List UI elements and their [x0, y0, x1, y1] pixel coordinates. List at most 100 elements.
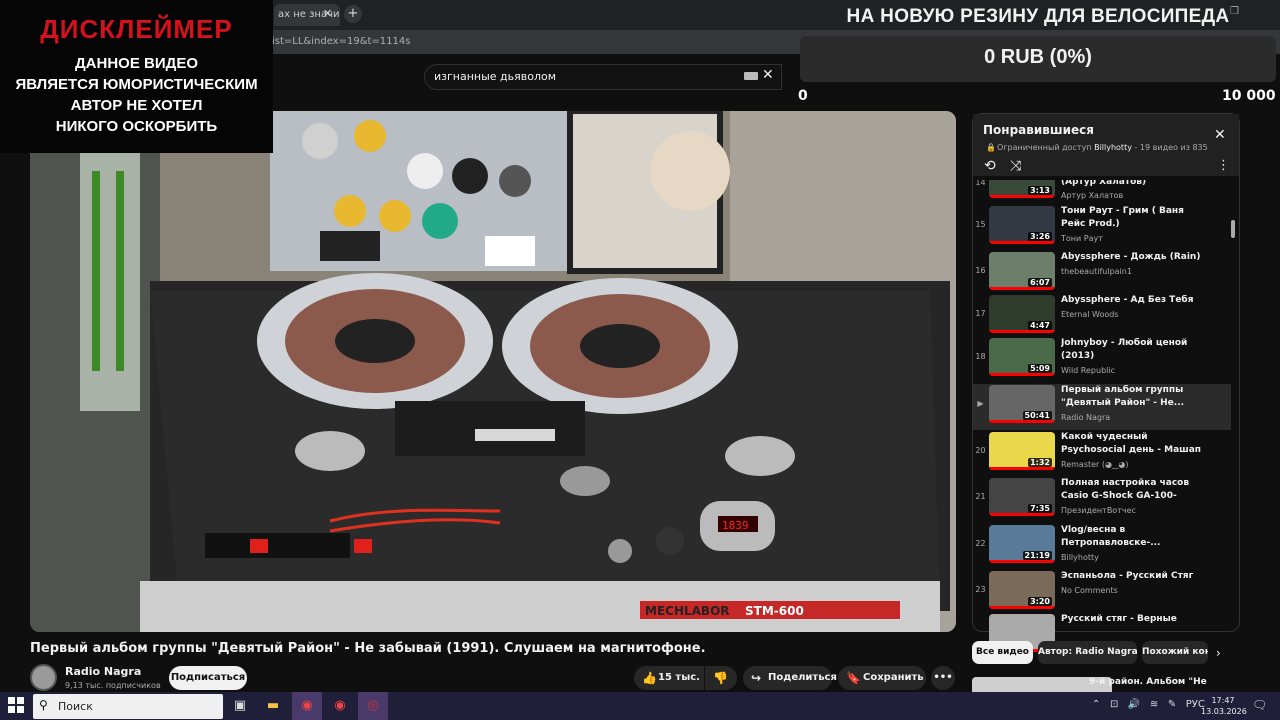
playlist-item[interactable]: 22 21:19 Vlog/весна в Петропавловске-... Bi… — [973, 524, 1231, 570]
pen-icon[interactable]: ✎ — [1168, 699, 1176, 710]
keyboard-icon[interactable] — [744, 72, 758, 80]
playlist-item-thumbnail[interactable]: 7:35 — [989, 478, 1055, 516]
playlist-item[interactable]: 16 6:07 Abyssphere - Дождь (Rain) thebeauti… — [973, 251, 1231, 297]
playlist-item-channel: Wild Republic — [1061, 366, 1115, 375]
channel-avatar[interactable] — [30, 664, 57, 691]
windows-start-icon[interactable] — [8, 697, 24, 713]
chip-related[interactable]: Похожий кон — [1142, 641, 1208, 664]
playlist-item-thumbnail[interactable]: 5:09 — [989, 338, 1055, 376]
notification-icon[interactable]: 🗨 — [1252, 698, 1267, 712]
obs-icon[interactable]: ◎ — [363, 696, 383, 716]
playlist-item-thumbnail[interactable]: 21:19 — [989, 525, 1055, 563]
playlist-item[interactable]: Русский стяг - Верные — [973, 613, 1231, 652]
chrome-icon[interactable]: ◉ — [297, 696, 317, 716]
watched-progress-bar — [989, 467, 1055, 470]
share-icon: ↪ — [751, 671, 762, 685]
playlist-item-thumbnail[interactable]: 1:32 — [989, 432, 1055, 470]
share-button[interactable]: ↪ Поделиться — [743, 666, 837, 690]
playlist-item-title: Эспаньола - Русский Стяг — [1061, 571, 1194, 581]
shuffle-icon[interactable]: ⤨ — [1010, 158, 1021, 174]
playlist-item-thumbnail[interactable]: 4:47 — [989, 295, 1055, 333]
window-restore-icon[interactable]: ❐ — [1230, 6, 1239, 17]
task-view-icon[interactable]: ▣ — [230, 696, 250, 716]
wifi-icon[interactable]: ≋ — [1150, 699, 1158, 710]
playlist-owner[interactable]: Billyhotty — [1094, 143, 1132, 152]
search-value[interactable]: изгнанные дьяволом — [434, 70, 556, 83]
network-icon[interactable]: ⊡ — [1110, 699, 1118, 710]
playlist-item[interactable]: ▶ 50:41 Первый альбом группы "Девятый Райо… — [973, 384, 1231, 430]
playlist-item[interactable]: 18 5:09 Johnyboy - Любой ценой (2013) Wild … — [973, 337, 1231, 383]
playlist-position: - 19 видео из 835 — [1134, 143, 1208, 152]
playlist-item-thumbnail[interactable]: 50:41 — [989, 385, 1055, 423]
subscribe-button[interactable]: Подписаться — [169, 666, 247, 690]
duration-badge: 21:19 — [1022, 551, 1052, 560]
playlist-item[interactable]: 21 7:35 Полная настройка часов Casio G-Sho… — [973, 477, 1231, 523]
kebab-menu-icon[interactable]: ⋮ — [1217, 158, 1230, 173]
watched-progress-bar — [989, 241, 1055, 244]
playlist-item-index: 17 — [975, 309, 986, 318]
playlist-item-title: Abyssphere - Ад Без Тебя — [1061, 295, 1194, 305]
video-frame-image: 1839 MECHLABOR STM-600 — [30, 111, 956, 632]
playlist-item-thumbnail[interactable]: 6:07 — [989, 252, 1055, 290]
duration-badge: 3:20 — [1028, 597, 1052, 606]
tab-close-icon[interactable]: ✕ — [323, 7, 332, 20]
playlist-item-thumbnail[interactable]: 3:20 — [989, 571, 1055, 609]
loop-icon[interactable]: ⟲ — [984, 158, 996, 174]
chevron-right-icon[interactable]: › — [1216, 646, 1221, 660]
playlist-item-title: Полная настройка часов Casio G-Shock GA-… — [1061, 478, 1190, 501]
playlist-item-title: Русский стяг - Верные — [1061, 614, 1177, 624]
chrome-profile-icon[interactable]: ◉ — [330, 696, 350, 716]
save-button[interactable]: 🔖 Сохранить — [838, 666, 926, 690]
url-text[interactable]: ist=LL&index=19&t=1114s — [272, 36, 410, 47]
chevron-up-icon[interactable]: ⌃ — [1092, 699, 1100, 710]
system-tray[interactable]: ⌃ ⊡ 🔊 ≋ ✎ РУС — [1092, 699, 1205, 710]
disclaimer-line: НИКОГО ОСКОРБИТЬ — [55, 118, 218, 135]
playlist-item-channel: Billyhotty — [1061, 553, 1099, 562]
playlist-item[interactable]: 15 3:26 Тони Раут - Грим ( Ваня Рейс Prod.… — [973, 205, 1231, 251]
watched-progress-bar — [989, 420, 1055, 423]
playlist-item-thumbnail[interactable]: 3:26 — [989, 206, 1055, 244]
svg-text:1839: 1839 — [722, 519, 749, 532]
playlist-item[interactable]: 17 4:47 Abyssphere - Ад Без Тебя Eternal Wo… — [973, 294, 1231, 340]
playlist-item-title: Тони Раут - Грим ( Ваня Рейс Prod.) — [1061, 206, 1184, 229]
file-explorer-icon[interactable]: ▬ — [263, 696, 283, 716]
playlist-title[interactable]: Понравившиеся — [983, 123, 1094, 137]
duration-badge: 7:35 — [1028, 504, 1052, 513]
playlist-scrollbar[interactable] — [1231, 220, 1235, 238]
channel-name[interactable]: Radio Nagra — [65, 665, 141, 678]
volume-icon[interactable]: 🔊 — [1128, 699, 1140, 710]
duration-badge: 6:07 — [1028, 278, 1052, 287]
playlist-item[interactable]: 23 3:20 Эспаньола - Русский Стяг No Comment… — [973, 570, 1231, 616]
playlist-item-channel: No Comments — [1061, 586, 1118, 595]
like-button[interactable]: 👍 15 тыс. — [634, 666, 704, 690]
watched-progress-bar — [989, 513, 1055, 516]
close-icon[interactable]: ✕ — [1214, 127, 1226, 143]
playlist-item-channel: Eternal Woods — [1061, 310, 1119, 319]
playlist-item-title: Abyssphere - Дождь (Rain) — [1061, 252, 1201, 262]
clock-date[interactable]: 13.03.2026 — [1201, 707, 1247, 716]
playlist-meta: Ограниченный доступ Billyhotty - 19 виде… — [997, 143, 1208, 152]
playlist-item-channel: thebeautifulpain1 — [1061, 267, 1132, 276]
chip-author[interactable]: Автор: Radio Nagra — [1038, 641, 1137, 664]
donation-start-value: 0 — [798, 88, 808, 104]
more-actions-button[interactable]: ••• — [931, 666, 955, 690]
bookmark-icon: 🔖 — [846, 671, 861, 685]
taskbar-search-placeholder[interactable]: Поиск — [58, 700, 93, 713]
playlist-item-index: 21 — [975, 492, 986, 501]
recommendation-title[interactable]: 9-й район. Альбом "Не — [1089, 677, 1219, 687]
playlist-item-index: 20 — [975, 446, 986, 455]
playlist-item-title: Johnyboy - Любой ценой (2013) — [1061, 338, 1188, 361]
dislike-button[interactable]: 👎 — [705, 666, 737, 690]
chip-all-videos[interactable]: Все видео — [972, 641, 1033, 664]
disclaimer-line: АВТОР НЕ ХОТЕЛ — [70, 97, 203, 114]
playlist-item-index: 16 — [975, 266, 986, 275]
disclaimer-title: ДИСКЛЕЙМЕР — [40, 14, 233, 44]
playlist-item[interactable]: 20 1:32 Какой чудесный Psychosocial день -… — [973, 431, 1231, 477]
clock-time[interactable]: 17:47 — [1203, 696, 1243, 705]
search-icon: ⚲ — [39, 698, 48, 712]
duration-badge: 3:26 — [1028, 232, 1052, 241]
playlist-item-channel: Тони Раут — [1061, 234, 1103, 243]
video-player[interactable]: 1839 MECHLABOR STM-600 — [30, 111, 956, 632]
clear-search-icon[interactable]: ✕ — [762, 67, 774, 83]
new-tab-button[interactable]: + — [344, 5, 362, 23]
